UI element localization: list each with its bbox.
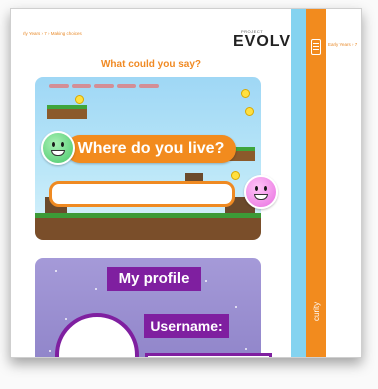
page-heading: What could you say?	[100, 59, 201, 70]
slide-page: rly Years › 7 › Making choices PROJECT E…	[11, 9, 291, 357]
cyan-strip	[291, 9, 306, 357]
slide-card: rly Years › 7 › Making choices PROJECT E…	[10, 8, 362, 358]
logo: EVOLVE	[233, 33, 291, 50]
platform	[47, 105, 87, 119]
viewer: rly Years › 7 › Making choices PROJECT E…	[0, 0, 378, 389]
list-icon	[311, 39, 321, 55]
pink-smiley-icon	[244, 175, 278, 209]
question-bubble: Where do you live?	[66, 135, 236, 163]
green-smiley-icon	[41, 131, 75, 165]
coin-icon	[231, 171, 240, 180]
username-label: Username:	[144, 314, 229, 338]
breadcrumb: rly Years › 7 › Making choices	[23, 31, 82, 36]
sidebar-breadcrumb: Early Years › 7	[328, 42, 358, 47]
next-slide-preview: Early Years › 7 curity	[291, 9, 361, 357]
profile-title: My profile	[107, 267, 201, 291]
username-input-box[interactable]	[145, 353, 272, 357]
ground	[35, 213, 261, 240]
answer-input-box[interactable]	[49, 181, 235, 207]
game-hud	[49, 84, 159, 88]
coin-icon	[245, 107, 254, 116]
coin-icon	[75, 95, 84, 104]
coin-icon	[241, 89, 250, 98]
sidebar-vertical-text: curity	[312, 301, 321, 321]
